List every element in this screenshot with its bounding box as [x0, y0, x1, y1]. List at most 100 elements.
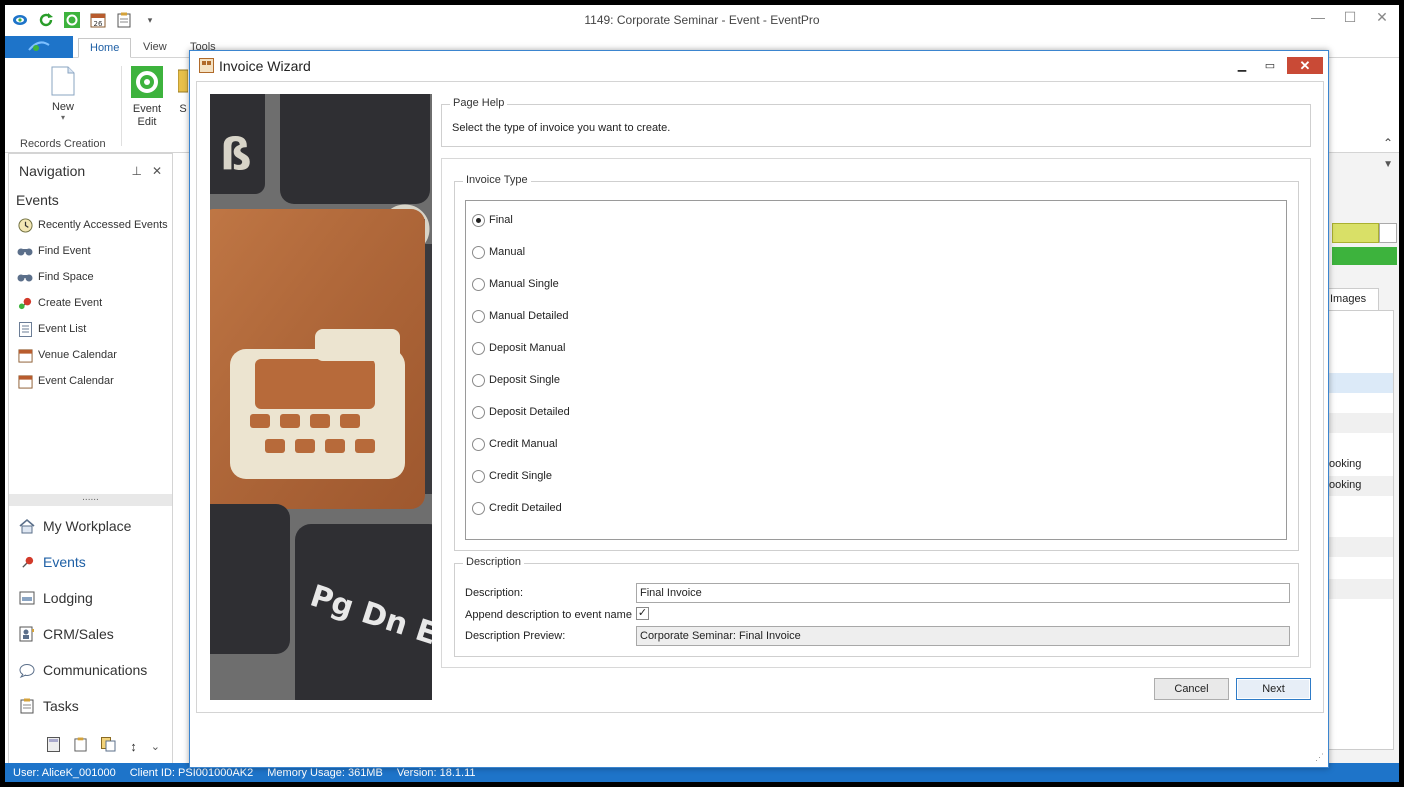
- navigation-pane: Navigation ⊥ ✕ Events Recently Accessed …: [8, 153, 173, 765]
- events-section-title: Events: [16, 192, 59, 208]
- collapse-ribbon-icon[interactable]: ⌃: [1383, 136, 1393, 150]
- radio-credit-single[interactable]: Credit Single: [472, 467, 552, 485]
- new-button[interactable]: New ▾: [45, 66, 81, 122]
- radio-button[interactable]: [472, 245, 485, 259]
- s-button[interactable]: S: [177, 66, 189, 115]
- documents-icon[interactable]: [101, 737, 116, 755]
- s-label: S: [179, 103, 187, 115]
- dialog-maximize-icon[interactable]: ▭: [1259, 58, 1281, 74]
- invoice-type-radio-list: Final Manual Manual Single Manual Detail…: [465, 200, 1287, 540]
- cancel-button[interactable]: Cancel: [1154, 678, 1229, 700]
- maximize-icon[interactable]: ☐: [1341, 9, 1359, 26]
- contacts-icon: [19, 626, 35, 642]
- radio-button[interactable]: [472, 213, 485, 227]
- nav-item-label: Create Event: [38, 297, 103, 309]
- nav-item-event-calendar[interactable]: Event Calendar: [9, 368, 172, 394]
- nav-item-create-event[interactable]: Create Event: [9, 290, 172, 316]
- radio-button[interactable]: [472, 373, 485, 387]
- svg-text:ß: ß: [220, 129, 252, 180]
- module-crm-sales[interactable]: CRM/Sales: [9, 616, 172, 652]
- background-yellow-field: [1332, 223, 1379, 243]
- minimize-icon[interactable]: —: [1309, 9, 1327, 26]
- radio-label: Manual Detailed: [489, 310, 569, 322]
- radio-final[interactable]: Final: [472, 211, 513, 229]
- background-calendar-icon[interactable]: [1379, 223, 1397, 243]
- wizard-body: ß Pg Dn E Page Help Select the type of i…: [196, 81, 1324, 713]
- navigation-header: Navigation ⊥ ✕: [9, 154, 172, 188]
- radio-button[interactable]: [472, 469, 485, 483]
- event-edit-button[interactable]: Event Edit: [129, 66, 165, 129]
- keyboard-calculator-image: ß Pg Dn E: [210, 94, 432, 700]
- background-row: [1327, 373, 1393, 393]
- window-controls: — ☐ ✕: [1309, 9, 1391, 26]
- list-icon: [17, 321, 33, 337]
- radio-button[interactable]: [472, 277, 485, 291]
- radio-button[interactable]: [472, 437, 485, 451]
- invoice-type-group: Invoice Type Final Manual Manual Single …: [454, 174, 1299, 551]
- event-edit-label: Event Edit: [132, 103, 162, 128]
- module-tasks[interactable]: Tasks: [9, 688, 172, 724]
- pin-icon[interactable]: ⊥: [131, 164, 141, 178]
- radio-button[interactable]: [472, 309, 485, 323]
- module-lodging[interactable]: Lodging: [9, 580, 172, 616]
- clipboard-small-icon[interactable]: [74, 737, 87, 755]
- append-description-checkbox[interactable]: ✓: [636, 607, 649, 620]
- radio-deposit-detailed[interactable]: Deposit Detailed: [472, 403, 570, 421]
- background-dropdown-icon[interactable]: ▼: [1383, 159, 1393, 170]
- radio-button[interactable]: [472, 405, 485, 419]
- radio-manual-single[interactable]: Manual Single: [472, 275, 559, 293]
- nav-splitter[interactable]: ......: [9, 493, 172, 506]
- house-icon: [19, 518, 35, 534]
- wizard-icon: [199, 58, 214, 73]
- clipboard-icon: [19, 698, 35, 714]
- nav-item-label: Event Calendar: [38, 375, 114, 387]
- nav-item-label: Find Event: [38, 245, 91, 257]
- calculator-icon[interactable]: [47, 737, 61, 755]
- calendar-icon: [17, 347, 33, 363]
- module-communications[interactable]: Communications: [9, 652, 172, 688]
- dialog-minimize-icon[interactable]: ▁: [1231, 58, 1253, 74]
- nav-item-venue-calendar[interactable]: Venue Calendar: [9, 342, 172, 368]
- app-menu-button[interactable]: [5, 36, 73, 58]
- radio-manual[interactable]: Manual: [472, 243, 525, 261]
- binoculars-icon: [17, 269, 33, 285]
- radio-button[interactable]: [472, 341, 485, 355]
- new-document-icon: [51, 66, 75, 96]
- radio-button[interactable]: [472, 501, 485, 515]
- radio-deposit-single[interactable]: Deposit Single: [472, 371, 560, 389]
- resize-grip-icon[interactable]: ⋰: [1315, 752, 1324, 763]
- nav-item-find-event[interactable]: Find Event: [9, 238, 172, 264]
- tab-view[interactable]: View: [132, 38, 178, 58]
- ribbon-divider: [121, 66, 122, 146]
- radio-label: Deposit Manual: [489, 342, 566, 354]
- radio-deposit-manual[interactable]: Deposit Manual: [472, 339, 565, 357]
- module-my-workplace[interactable]: My Workplace: [9, 508, 172, 544]
- background-row: ooking: [1327, 476, 1393, 496]
- nav-item-find-space[interactable]: Find Space: [9, 264, 172, 290]
- next-button[interactable]: Next: [1236, 678, 1311, 700]
- module-events[interactable]: Events: [9, 544, 172, 580]
- background-grid: ooking ooking: [1326, 310, 1394, 750]
- tab-home[interactable]: Home: [78, 38, 132, 58]
- nav-item-label: Venue Calendar: [38, 349, 117, 361]
- radio-credit-detailed[interactable]: Credit Detailed: [472, 499, 562, 517]
- nav-close-icon[interactable]: ✕: [152, 164, 162, 178]
- module-label: CRM/Sales: [43, 626, 114, 642]
- dialog-close-icon[interactable]: ✕: [1287, 57, 1323, 74]
- nav-item-recently-accessed[interactable]: Recently Accessed Events: [9, 212, 172, 238]
- radio-credit-manual[interactable]: Credit Manual: [472, 435, 557, 453]
- background-images-tab[interactable]: Images: [1326, 288, 1379, 310]
- background-row: [1327, 413, 1393, 433]
- dialog-title-bar: Invoice Wizard ▁ ▭ ✕: [190, 51, 1328, 81]
- records-creation-group-label: Records Creation: [20, 138, 106, 150]
- description-input[interactable]: [636, 583, 1290, 603]
- radio-manual-detailed[interactable]: Manual Detailed: [472, 307, 569, 325]
- close-icon[interactable]: ✕: [1373, 9, 1391, 26]
- sort-arrows-icon[interactable]: ↕: [130, 739, 137, 754]
- binoculars-icon: [17, 243, 33, 259]
- radio-label: Credit Single: [489, 470, 552, 482]
- nav-item-event-list[interactable]: Event List: [9, 316, 172, 342]
- navigation-title: Navigation: [19, 163, 86, 179]
- nav-more-icon[interactable]: ⌄: [151, 740, 160, 753]
- page-help-group: Page Help Select the type of invoice you…: [441, 97, 1311, 147]
